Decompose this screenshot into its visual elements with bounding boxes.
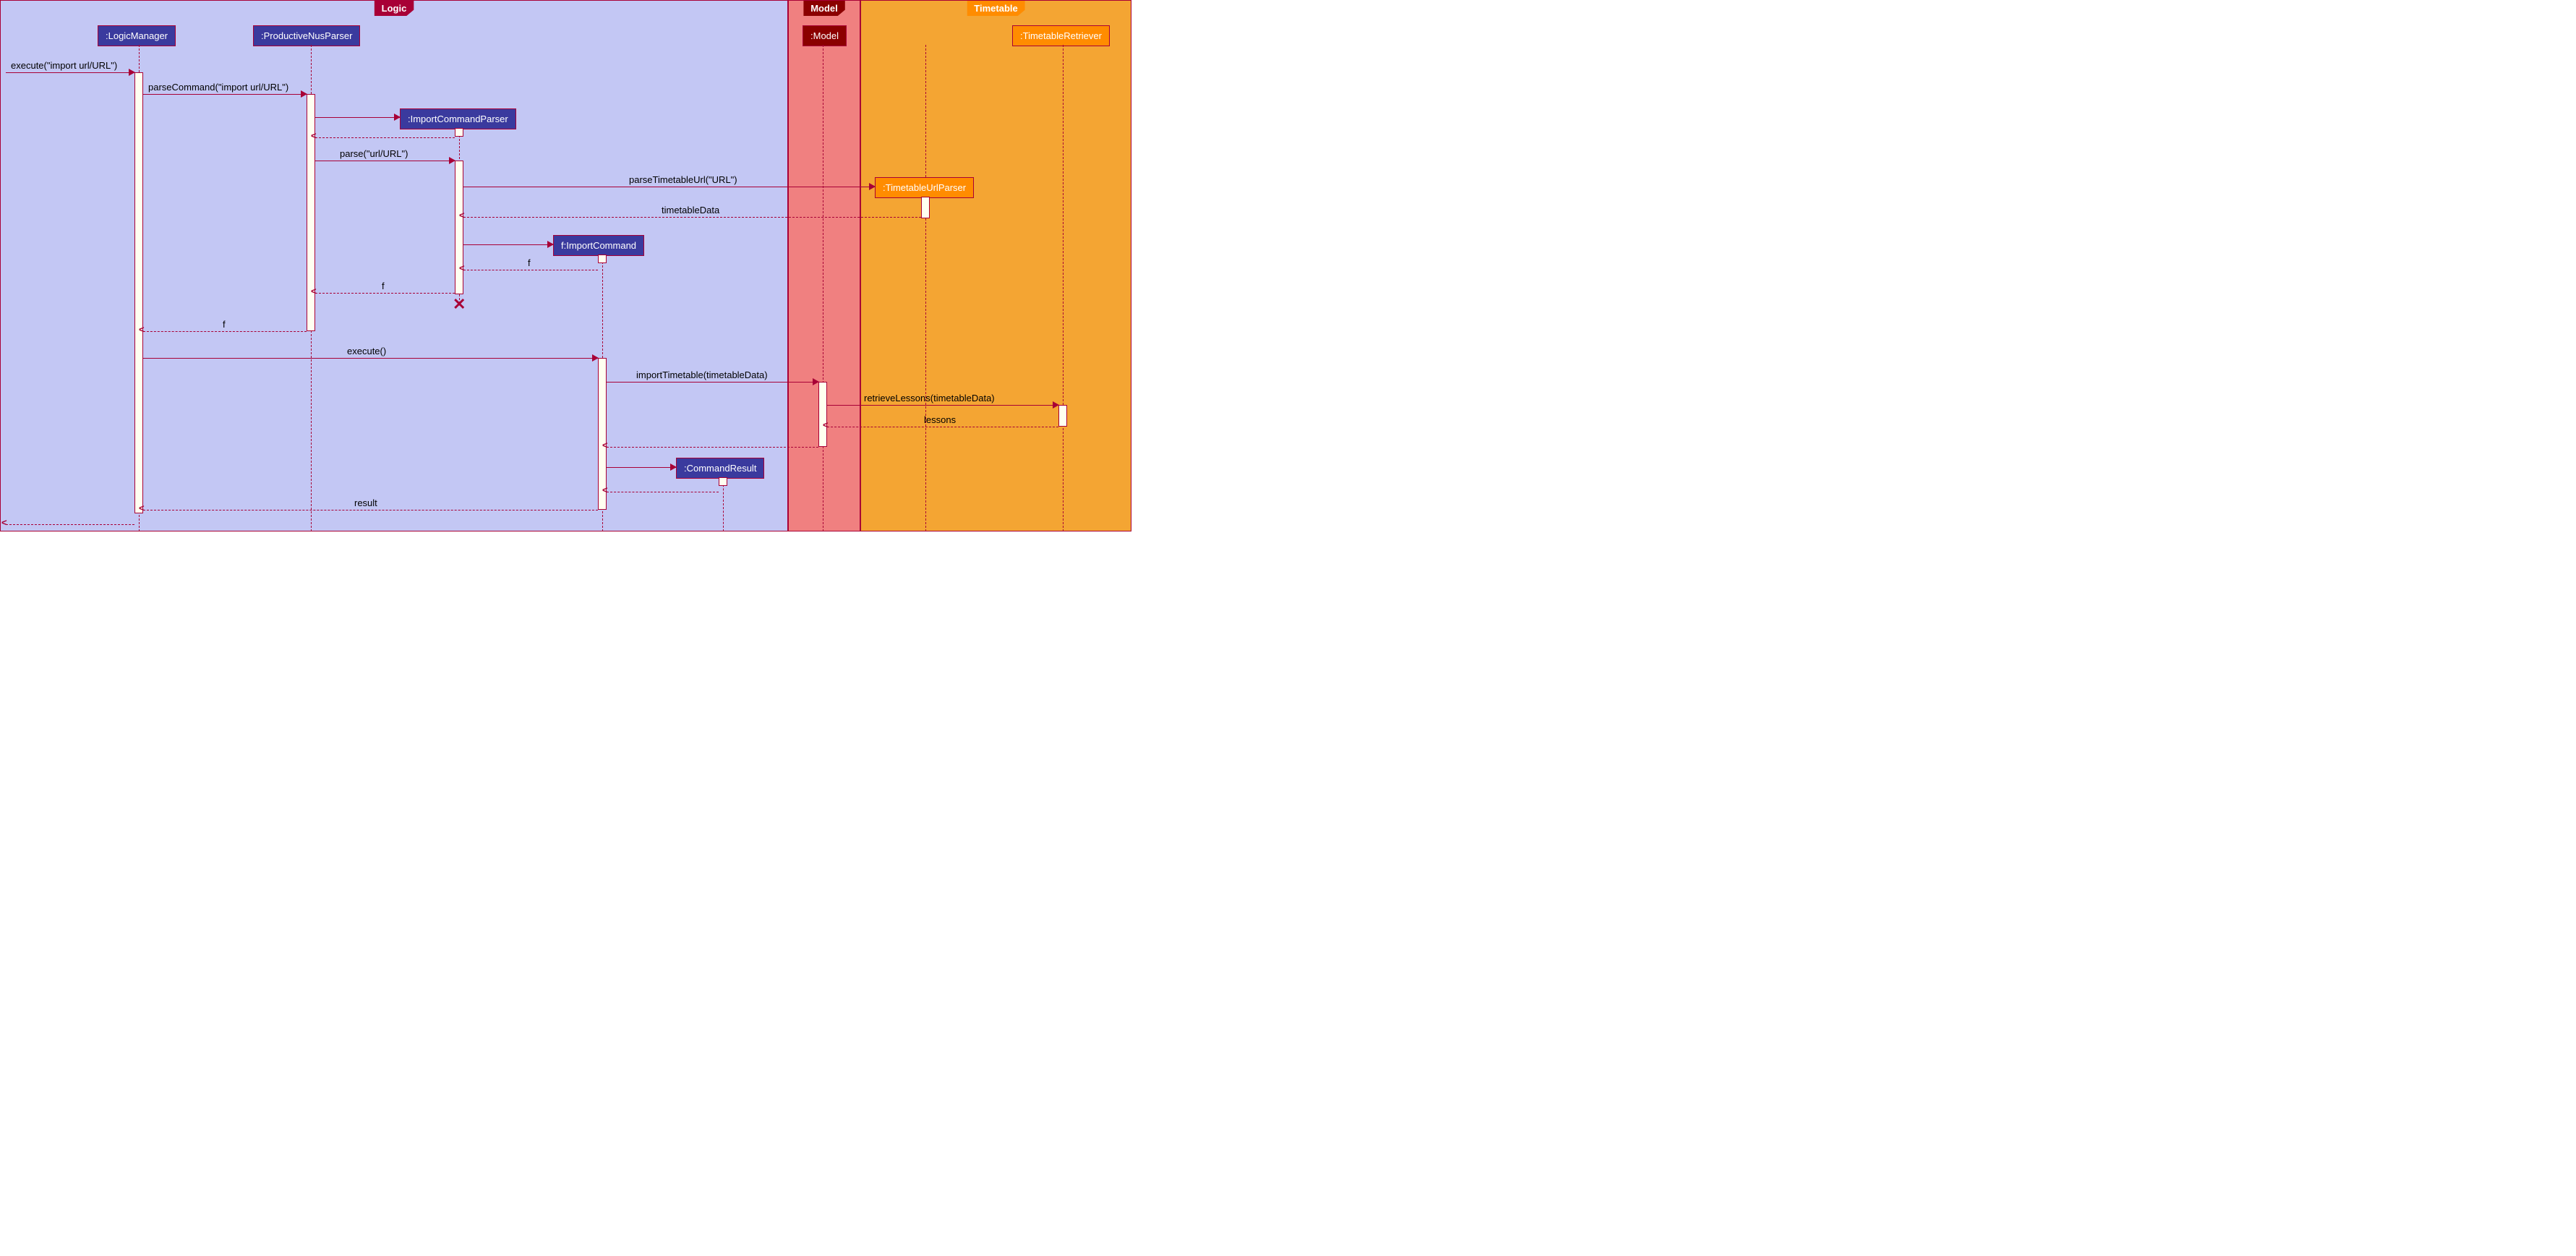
- frame-timetable: Timetable: [860, 0, 1131, 531]
- arrow-execute1: [6, 72, 134, 73]
- arrow-create-icp: [315, 117, 400, 118]
- arrow-execute2: [143, 358, 598, 359]
- participant-timetableretriever: :TimetableRetriever: [1012, 25, 1110, 46]
- sequence-diagram: Logic Model Timetable :LogicManager :Pro…: [0, 0, 1131, 550]
- participant-productivenusparser: :ProductiveNusParser: [253, 25, 360, 46]
- frame-logic-label: Logic: [375, 1, 414, 16]
- destroy-importcommandparser: ✕: [453, 295, 466, 314]
- lifeline-timetableurlparser-pre: [925, 45, 926, 177]
- arrowhead-create-icp: [394, 114, 401, 121]
- msg-timetabledata: timetableData: [662, 205, 719, 215]
- msg-f3: f: [223, 319, 226, 330]
- activation-importcommandparser: [455, 161, 463, 294]
- activation-timetableurlparser: [921, 197, 930, 218]
- participant-commandresult: :CommandResult: [676, 458, 764, 479]
- activation-timetableretriever: [1058, 405, 1067, 427]
- frame-logic: Logic: [0, 0, 788, 531]
- participant-model: :Model: [803, 25, 847, 46]
- msg-f2: f: [382, 281, 385, 291]
- arrowhead-execute2: [592, 354, 599, 362]
- participant-importcommandparser: :ImportCommandParser: [400, 108, 516, 129]
- participant-timetableurlparser: :TimetableUrlParser: [875, 177, 974, 198]
- arrowhead-parsecommand: [301, 90, 307, 98]
- msg-importtimetable: importTimetable(timetableData): [636, 369, 768, 380]
- msg-retrievelessons: retrieveLessons(timetableData): [864, 393, 995, 403]
- frame-model-label: Model: [803, 1, 845, 16]
- arrowhead-parsetimetableurl: [869, 183, 876, 190]
- participant-importcommand: f:ImportCommand: [553, 235, 644, 256]
- arrow-create-ic: [463, 244, 553, 245]
- arrowhead-create-ic: [547, 241, 554, 248]
- lifeline-timetableretriever: [1063, 45, 1064, 531]
- activation-logicmanager: [134, 72, 143, 513]
- activation-commandresult-create: [719, 477, 727, 486]
- msg-parse: parse("url/URL"): [340, 148, 408, 159]
- arrow-retrievelessons: [827, 405, 1058, 406]
- msg-execute2: execute(): [347, 346, 386, 356]
- activation-importcommand-create: [598, 255, 607, 263]
- arrow-return-f2: [315, 293, 455, 294]
- lifeline-timetableurlparser: [925, 197, 926, 531]
- frame-model: Model: [788, 0, 860, 531]
- activation-model: [818, 382, 827, 447]
- arrow-final-return: [6, 524, 134, 525]
- activation-importcommandparser-create: [455, 128, 463, 137]
- participant-logicmanager: :LogicManager: [98, 25, 176, 46]
- arrow-parsecommand: [143, 94, 307, 95]
- frame-timetable-label: Timetable: [967, 1, 1024, 16]
- msg-result: result: [354, 497, 377, 508]
- arrow-timetabledata: [463, 217, 921, 218]
- arrowhead-importtimetable: [813, 378, 819, 385]
- arrowhead-create-cr: [670, 463, 677, 471]
- arrow-importtimetable: [607, 382, 818, 383]
- msg-execute1: execute("import url/URL"): [11, 60, 117, 71]
- arrow-create-cr: [607, 467, 676, 468]
- arrow-return-model: [607, 447, 818, 448]
- msg-f1: f: [528, 257, 531, 268]
- msg-lessons: lessons: [924, 414, 956, 425]
- arrowhead-execute1: [129, 69, 135, 76]
- arrow-return-f3: [143, 331, 307, 332]
- arrow-return-icp: [315, 137, 455, 138]
- msg-parsetimetableurl: parseTimetableUrl("URL"): [629, 174, 737, 185]
- arrowhead-retrievelessons: [1053, 401, 1059, 409]
- msg-parsecommand: parseCommand("import url/URL"): [148, 82, 288, 93]
- arrowhead-parse: [449, 157, 455, 164]
